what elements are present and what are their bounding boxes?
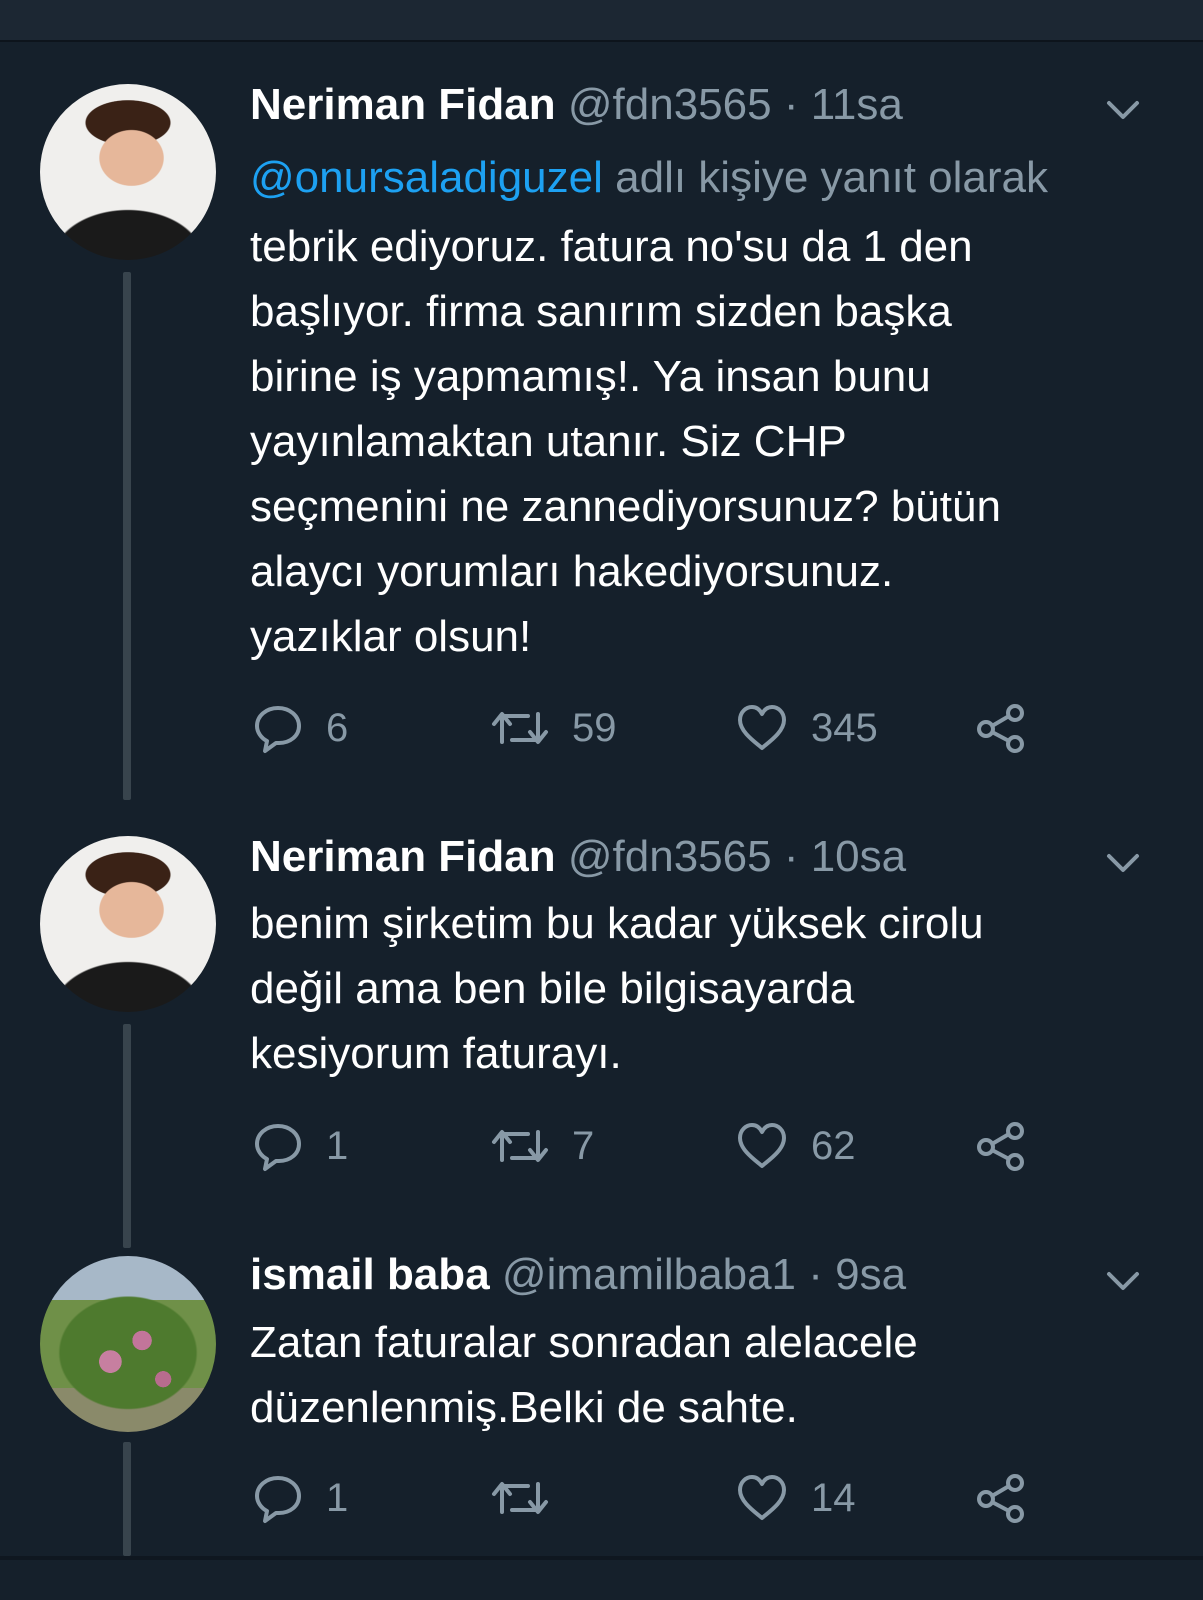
reply-icon (252, 1472, 304, 1524)
like-count: 345 (811, 705, 878, 750)
reply-button[interactable]: 1 (252, 1472, 348, 1524)
like-button[interactable]: 14 (735, 1472, 856, 1524)
display-name[interactable]: ismail baba (250, 1250, 490, 1299)
separator-dot: · (783, 832, 799, 881)
tweet-actions: 6 59 345 (0, 702, 1203, 762)
share-icon (974, 1120, 1028, 1172)
reply-count: 1 (326, 1475, 349, 1520)
mention-link[interactable]: @onursaladiguzel (250, 153, 603, 202)
tweet-actions: 1 7 62 (0, 1120, 1203, 1180)
reply-count: 1 (326, 1123, 349, 1168)
retweet-count: 59 (572, 705, 617, 750)
retweet-icon (490, 1472, 550, 1524)
tweet-text-line: başlıyor. firma sanırım sizden başka (250, 287, 952, 336)
share-icon (974, 702, 1028, 754)
chevron-down-icon[interactable] (1105, 845, 1141, 881)
tweet-text: tebrik ediyoruz. fatura no'su da 1 den b… (250, 214, 1170, 669)
tweet-text-line: yayınlamaktan utanır. Siz CHP (250, 417, 847, 466)
tweet-header: Neriman Fidan @fdn3565 · 10sa (250, 831, 906, 883)
reply-icon (252, 1120, 304, 1172)
heart-icon (735, 1120, 789, 1172)
like-count: 62 (811, 1123, 856, 1168)
share-button[interactable] (974, 1472, 1028, 1524)
retweet-icon (490, 702, 550, 754)
reply-button[interactable]: 1 (252, 1120, 348, 1172)
reply-icon (252, 702, 304, 754)
tweet-header: ismail baba @imamilbaba1 · 9sa (250, 1249, 906, 1301)
reply-button[interactable]: 6 (252, 702, 348, 754)
user-handle[interactable]: @fdn3565 (568, 832, 772, 881)
reply-count: 6 (326, 705, 349, 750)
reply-context: @onursaladiguzel adlı kişiye yanıt olara… (250, 152, 1048, 204)
retweet-button[interactable]: 7 (490, 1120, 594, 1172)
tweet-text-line: kesiyorum faturayı. (250, 1029, 622, 1078)
share-button[interactable] (974, 1120, 1028, 1172)
tweet-text-line: birine iş yapmamış!. Ya insan bunu (250, 352, 931, 401)
tweet-text-line: düzenlenmiş.Belki de sahte. (250, 1383, 798, 1432)
heart-icon (735, 702, 789, 754)
avatar[interactable] (40, 836, 216, 1012)
retweet-count: 7 (572, 1123, 595, 1168)
share-button[interactable] (974, 702, 1028, 754)
tweet-text-line: yazıklar olsun! (250, 612, 532, 661)
avatar[interactable] (40, 1256, 216, 1432)
tweet-text-line: alaycı yorumları hakediyorsunuz. (250, 547, 894, 596)
tweet-actions: 1 14 (0, 1472, 1203, 1532)
like-button[interactable]: 62 (735, 1120, 856, 1172)
chevron-down-icon[interactable] (1105, 1263, 1141, 1299)
display-name[interactable]: Neriman Fidan (250, 832, 556, 881)
avatar[interactable] (40, 84, 216, 260)
tweet-text-line: seçmenini ne zannediyorsunuz? bütün (250, 482, 1001, 531)
user-handle[interactable]: @fdn3565 (568, 80, 772, 129)
tweet-header: Neriman Fidan @fdn3565 · 11sa (250, 79, 903, 131)
tweet-text-line: değil ama ben bile bilgisayarda (250, 964, 855, 1013)
retweet-icon (490, 1120, 550, 1172)
tweet-text: benim şirketim bu kadar yüksek cirolu de… (250, 891, 1170, 1086)
like-count: 14 (811, 1475, 856, 1520)
timestamp[interactable]: 9sa (835, 1250, 906, 1299)
timestamp[interactable]: 10sa (811, 832, 906, 881)
bottom-divider (0, 1556, 1203, 1560)
like-button[interactable]: 345 (735, 702, 878, 754)
separator-dot: · (808, 1250, 823, 1299)
tweet-text-line: Zatan faturalar sonradan alelacele (250, 1318, 918, 1367)
tweet-text-line: benim şirketim bu kadar yüksek cirolu (250, 899, 984, 948)
reply-context-text: adlı kişiye yanıt olarak (615, 153, 1048, 202)
retweet-button[interactable]: 59 (490, 702, 617, 754)
retweet-button[interactable] (490, 1472, 572, 1524)
user-handle[interactable]: @imamilbaba1 (502, 1250, 796, 1299)
display-name[interactable]: Neriman Fidan (250, 80, 556, 129)
share-icon (974, 1472, 1028, 1524)
timestamp[interactable]: 11sa (811, 80, 903, 129)
heart-icon (735, 1472, 789, 1524)
tweet-text-line: tebrik ediyoruz. fatura no'su da 1 den (250, 222, 973, 271)
top-bar (0, 0, 1203, 42)
separator-dot: · (783, 80, 799, 129)
chevron-down-icon[interactable] (1105, 92, 1141, 128)
tweet-text: Zatan faturalar sonradan alelacele düzen… (250, 1310, 1170, 1440)
